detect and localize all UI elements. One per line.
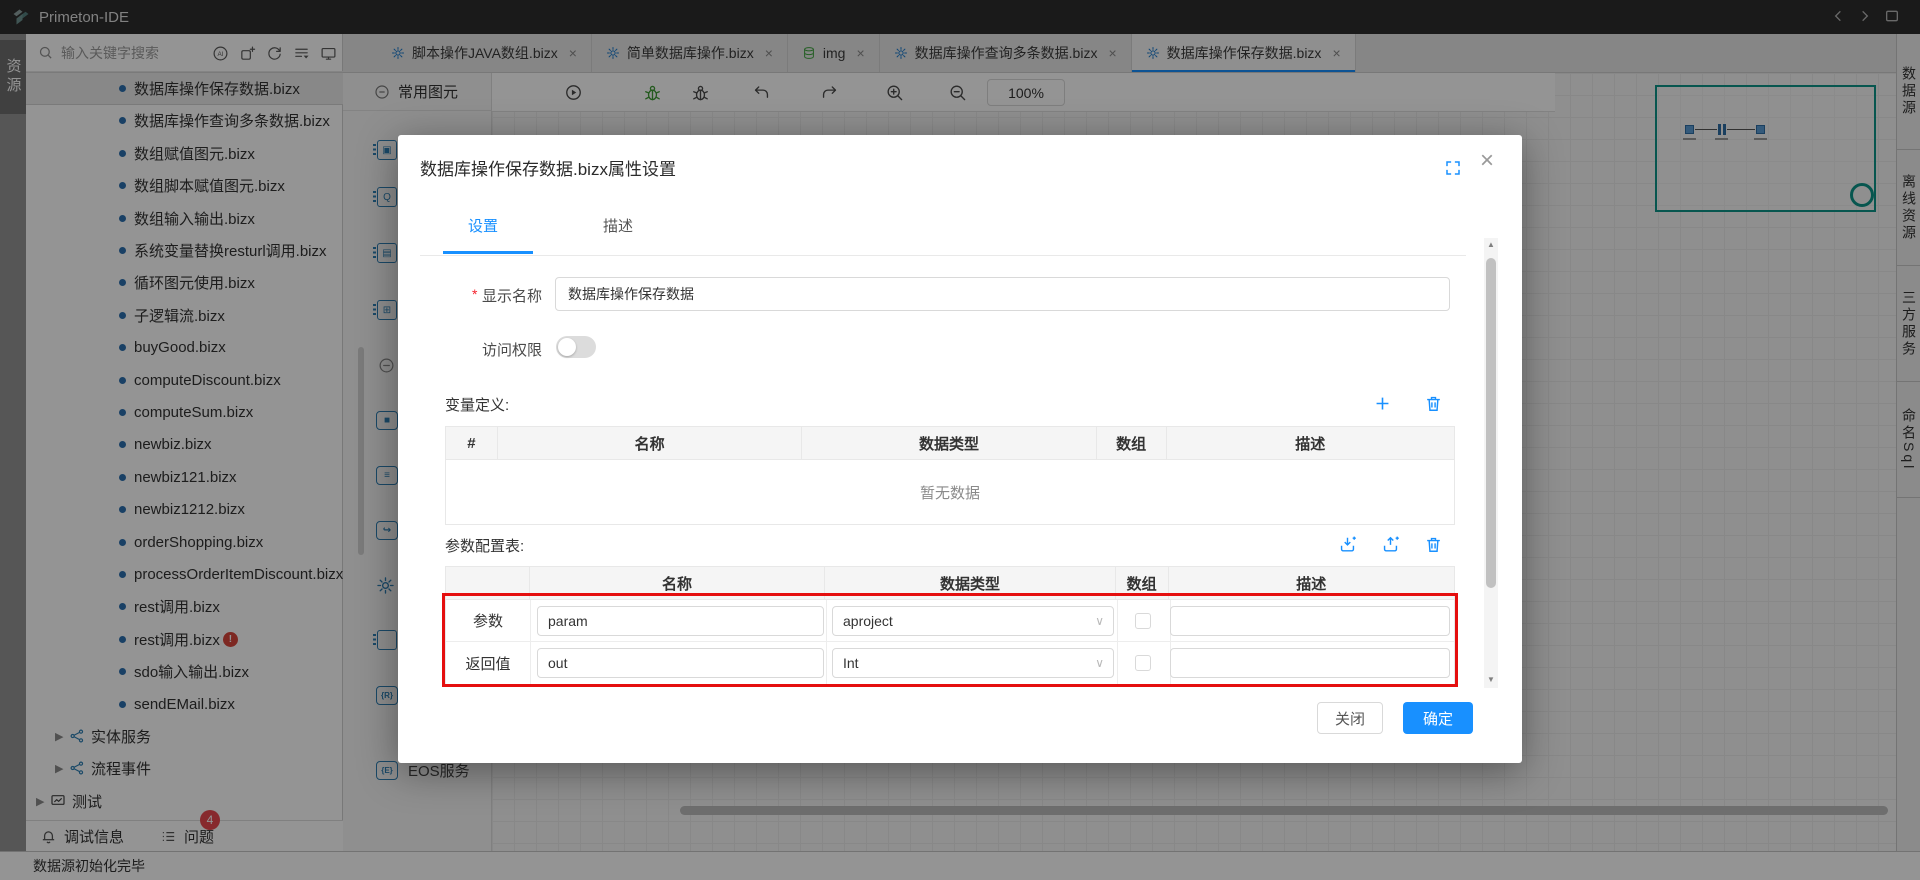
column-header: 名称 bbox=[498, 427, 802, 459]
close-icon[interactable]: × bbox=[1480, 147, 1494, 175]
column-header: 数组 bbox=[1116, 567, 1169, 599]
params-section-label: 参数配置表: bbox=[445, 535, 524, 556]
empty-state-text: 暂无数据 bbox=[446, 460, 1454, 524]
column-header: 数组 bbox=[1097, 427, 1167, 459]
param-name-input[interactable] bbox=[537, 606, 824, 636]
close-button[interactable]: 关闭 bbox=[1317, 702, 1383, 734]
param-desc-input[interactable] bbox=[1170, 606, 1450, 636]
dialog-tab-description[interactable]: 描述 bbox=[603, 215, 633, 236]
scroll-up-icon[interactable]: ▲ bbox=[1487, 240, 1495, 249]
cell-divider bbox=[1117, 600, 1118, 641]
array-checkbox[interactable] bbox=[1135, 613, 1151, 629]
access-label: 访问权限 bbox=[482, 339, 542, 360]
confirm-button[interactable]: 确定 bbox=[1403, 702, 1473, 734]
column-header: 描述 bbox=[1169, 567, 1454, 599]
array-checkbox[interactable] bbox=[1135, 655, 1151, 671]
column-header: 数据类型 bbox=[802, 427, 1096, 459]
cell-divider bbox=[826, 642, 827, 684]
param-row-label: 返回值 bbox=[446, 642, 530, 684]
param-type-select[interactable]: Int ∨ bbox=[832, 648, 1114, 678]
cell-divider bbox=[826, 600, 827, 641]
delete-param-icon[interactable] bbox=[1424, 535, 1443, 554]
required-asterisk: * bbox=[472, 286, 477, 302]
column-header: 描述 bbox=[1167, 427, 1454, 459]
export-params-icon[interactable] bbox=[1381, 535, 1400, 554]
app-root: Primeton-IDE 资源 AI 数据库操作保存数据.bizx数据库操作查询… bbox=[0, 0, 1920, 880]
param-name-input[interactable] bbox=[537, 648, 824, 678]
chevron-down-icon: ∨ bbox=[1095, 614, 1104, 628]
dialog-tab-settings[interactable]: 设置 bbox=[468, 215, 498, 236]
param-type-select[interactable]: aproject ∨ bbox=[832, 606, 1114, 636]
display-name-label: 显示名称 bbox=[482, 285, 542, 306]
active-tab-underline bbox=[443, 251, 533, 254]
param-row-label: 参数 bbox=[446, 600, 530, 641]
toggle-knob bbox=[558, 338, 576, 356]
cell-divider bbox=[530, 600, 531, 641]
select-value: aproject bbox=[843, 613, 893, 629]
table-header-row: #名称数据类型数组描述 bbox=[446, 427, 1454, 460]
variables-section-label: 变量定义: bbox=[445, 394, 509, 415]
import-params-icon[interactable] bbox=[1338, 535, 1357, 554]
column-header: 数据类型 bbox=[825, 567, 1115, 599]
table-header-row: 名称数据类型数组描述 bbox=[446, 567, 1454, 600]
column-header bbox=[446, 567, 530, 599]
params-table: 名称数据类型数组描述 参数 aproject ∨ 返回值 Int ∨ bbox=[445, 566, 1455, 685]
column-header: # bbox=[446, 427, 498, 459]
display-name-input[interactable] bbox=[555, 277, 1450, 311]
expand-icon[interactable] bbox=[1444, 159, 1462, 177]
column-header: 名称 bbox=[530, 567, 825, 599]
param-row: 返回值 Int ∨ bbox=[446, 642, 1454, 684]
chevron-down-icon: ∨ bbox=[1095, 656, 1104, 670]
dialog-title: 数据库操作保存数据.bizx属性设置 bbox=[420, 155, 676, 180]
dialog-scrollbar-thumb[interactable] bbox=[1486, 258, 1496, 588]
access-toggle[interactable] bbox=[556, 336, 596, 358]
properties-dialog: 数据库操作保存数据.bizx属性设置 × 设置 描述 * 显示名称 访问权限 变… bbox=[398, 135, 1522, 763]
cell-divider bbox=[1117, 642, 1118, 684]
param-row: 参数 aproject ∨ bbox=[446, 600, 1454, 642]
tab-divider bbox=[420, 255, 1466, 256]
add-variable-icon[interactable] bbox=[1373, 394, 1392, 413]
select-value: Int bbox=[843, 655, 859, 671]
params-table-body: 参数 aproject ∨ 返回值 Int ∨ bbox=[446, 600, 1454, 684]
cell-divider bbox=[530, 642, 531, 684]
scroll-down-icon[interactable]: ▼ bbox=[1487, 675, 1495, 684]
param-desc-input[interactable] bbox=[1170, 648, 1450, 678]
delete-variable-icon[interactable] bbox=[1424, 394, 1443, 413]
variables-table: #名称数据类型数组描述 暂无数据 bbox=[445, 426, 1455, 525]
